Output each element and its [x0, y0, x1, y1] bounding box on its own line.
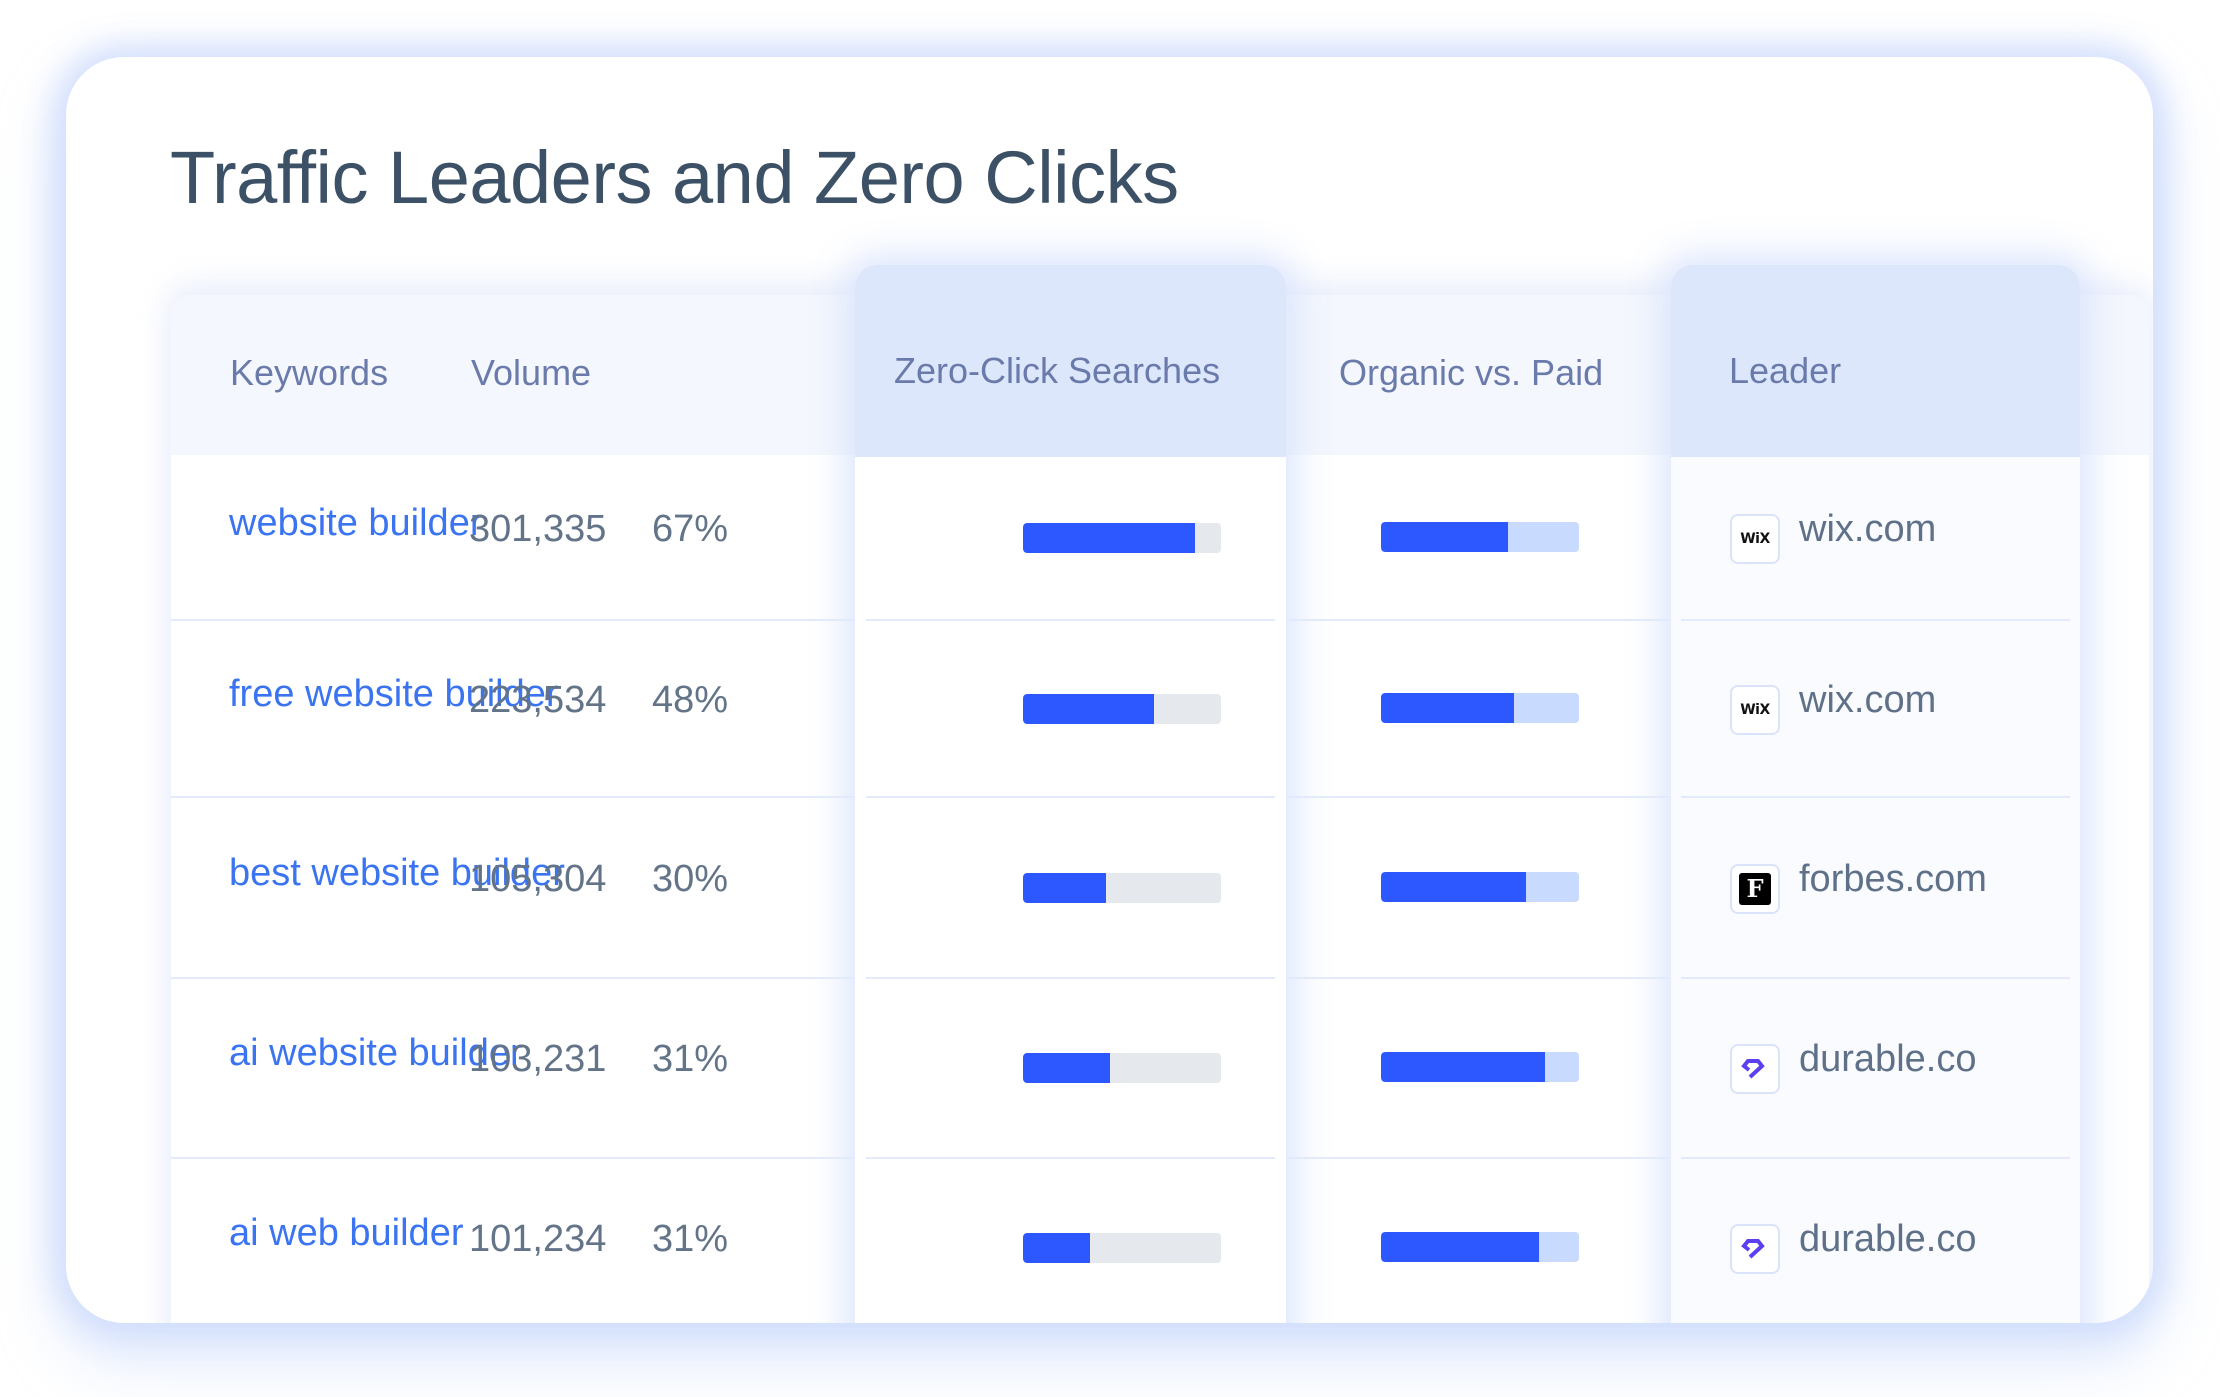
zero-click-bar-fill — [1023, 1233, 1091, 1263]
durable-logo-icon — [1741, 1059, 1765, 1079]
leader-logo: WiX — [1730, 513, 1780, 564]
organic-share-fill — [1381, 1052, 1546, 1082]
organic-vs-paid-bar — [1381, 1232, 1579, 1262]
zero-click-percent: 67% — [652, 507, 729, 550]
zero-click-percent: 31% — [652, 1038, 729, 1080]
volume-value: 101,234 — [469, 1218, 607, 1260]
leader-domain[interactable]: durable.co — [1799, 1218, 1976, 1261]
leader-logo — [1730, 1224, 1780, 1274]
zero-click-bar-fill — [1023, 872, 1107, 903]
row-divider — [1286, 796, 1671, 798]
zero-click-bar-fill — [1023, 693, 1154, 724]
zero-click-bar — [1023, 1053, 1221, 1083]
zero-click-percent: 30% — [652, 857, 729, 900]
zero-click-bar — [1023, 522, 1221, 553]
wix-logo-icon: WiX — [1740, 701, 1770, 718]
column-header-zero-click[interactable]: Zero-Click Searches — [894, 350, 1220, 392]
column-header-leader[interactable]: Leader — [1729, 350, 1841, 392]
leader-column-highlight — [1671, 265, 2080, 1323]
organic-vs-paid-bar — [1381, 521, 1579, 552]
zero-click-percent: 48% — [652, 678, 729, 721]
keyword-link[interactable]: website builder — [229, 502, 482, 545]
forbes-logo-icon: F — [1739, 872, 1771, 905]
row-divider — [866, 796, 1275, 798]
volume-value: 103,231 — [469, 1038, 607, 1080]
zero-click-percent: 31% — [652, 1218, 729, 1260]
organic-share-fill — [1381, 521, 1508, 552]
row-divider — [171, 619, 855, 621]
leader-domain[interactable]: wix.com — [1799, 508, 1936, 551]
traffic-leaders-card: Traffic Leaders and Zero Clicks Keywords… — [66, 57, 2153, 1323]
organic-vs-paid-bar — [1381, 692, 1579, 723]
volume-value: 223,534 — [469, 678, 607, 721]
row-divider — [1681, 1157, 2070, 1159]
leader-logo — [1730, 1044, 1780, 1094]
zero-click-bar — [1023, 872, 1221, 903]
leader-logo: WiX — [1730, 684, 1780, 735]
card-title: Traffic Leaders and Zero Clicks — [170, 136, 1179, 219]
row-divider — [171, 1157, 855, 1159]
row-divider — [866, 977, 1275, 979]
zero-click-bar — [1023, 693, 1221, 724]
row-divider — [1681, 619, 2070, 621]
wix-logo-icon: WiX — [1740, 530, 1770, 547]
row-divider — [866, 1157, 1275, 1159]
leader-domain[interactable]: wix.com — [1799, 679, 1936, 722]
row-divider — [1286, 619, 1671, 621]
organic-share-fill — [1381, 1232, 1540, 1262]
organic-share-fill — [1381, 871, 1526, 902]
column-header-volume[interactable]: Volume — [471, 352, 591, 394]
zero-click-bar-fill — [1023, 1053, 1111, 1083]
row-divider — [1286, 1157, 1671, 1159]
row-divider — [1286, 977, 1671, 979]
row-divider — [1681, 796, 2070, 798]
column-header-organic-vs-paid[interactable]: Organic vs. Paid — [1339, 352, 1603, 394]
volume-value: 301,335 — [469, 507, 607, 550]
volume-value: 105,304 — [469, 857, 607, 900]
row-divider — [866, 619, 1275, 621]
durable-logo-icon — [1741, 1239, 1765, 1259]
zero-click-bar — [1023, 1233, 1221, 1263]
organic-vs-paid-bar — [1381, 1052, 1579, 1082]
leader-domain[interactable]: durable.co — [1799, 1038, 1976, 1081]
row-divider — [171, 796, 855, 798]
leader-logo: F — [1730, 863, 1780, 914]
zero-click-bar-fill — [1023, 522, 1196, 553]
row-divider — [1681, 977, 2070, 979]
organic-share-fill — [1381, 692, 1514, 723]
organic-vs-paid-bar — [1381, 871, 1579, 902]
keyword-link[interactable]: ai web builder — [229, 1212, 463, 1255]
row-divider — [171, 977, 855, 979]
zero-click-column-highlight — [855, 265, 1286, 1323]
column-header-keywords[interactable]: Keywords — [230, 352, 388, 394]
page: Traffic Leaders and Zero Clicks Keywords… — [0, 0, 2220, 1397]
leader-domain[interactable]: forbes.com — [1799, 858, 1987, 901]
